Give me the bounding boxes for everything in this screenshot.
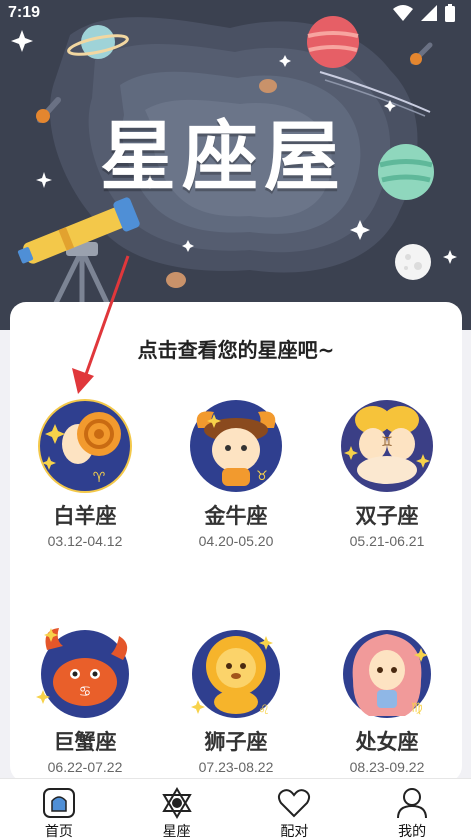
app-title: 星座屋 bbox=[100, 112, 346, 201]
zodiac-dates: 07.23-08.22 bbox=[198, 759, 274, 775]
tab-profile[interactable]: 我的 bbox=[353, 779, 471, 840]
signal-icon bbox=[421, 5, 437, 21]
zodiac-name: 双子座 bbox=[355, 504, 419, 528]
zodiac-item-virgo[interactable]: ♍ 处女座 08.23-09.22 bbox=[312, 620, 462, 775]
battery-icon bbox=[445, 4, 455, 22]
virgo-icon: ♍ bbox=[343, 630, 431, 718]
zodiac-name: 处女座 bbox=[355, 730, 419, 754]
wifi-icon bbox=[393, 5, 413, 21]
tab-home[interactable]: 首页 bbox=[0, 779, 118, 840]
aries-icon: ♈ bbox=[38, 399, 132, 493]
tab-match[interactable]: 配对 bbox=[236, 779, 354, 840]
tab-label: 配对 bbox=[280, 824, 309, 840]
zodiac-name: 金牛座 bbox=[204, 504, 268, 528]
hero-banner: 星座屋 bbox=[0, 0, 471, 330]
zodiac-dates: 05.21-06.21 bbox=[349, 533, 425, 549]
bottom-tab-bar: 首页 星座 配对 我的 bbox=[0, 778, 471, 840]
zodiac-name: 巨蟹座 bbox=[53, 730, 117, 754]
cancer-symbol: ♋ bbox=[79, 684, 92, 700]
zodiac-card: 点击查看您的星座吧~ ♈ 白羊座 03.12-04.12 ♉ 金牛座 04.20… bbox=[10, 302, 462, 782]
taurus-symbol: ♉ bbox=[256, 469, 268, 484]
zodiac-dates: 08.23-09.22 bbox=[349, 759, 425, 775]
leo-symbol: ♌ bbox=[258, 703, 270, 718]
heart-icon bbox=[278, 789, 311, 818]
star-of-david-icon bbox=[161, 787, 192, 819]
person-icon bbox=[397, 788, 428, 819]
leo-icon: ♌ bbox=[191, 630, 280, 718]
zodiac-dates: 03.12-04.12 bbox=[47, 533, 123, 549]
tab-label: 我的 bbox=[398, 824, 427, 840]
zodiac-item-gemini[interactable]: ♊ 双子座 05.21-06.21 bbox=[312, 394, 462, 549]
zodiac-name: 白羊座 bbox=[53, 504, 117, 528]
zodiac-item-cancer[interactable]: ♋ 巨蟹座 06.22-07.22 bbox=[10, 620, 160, 775]
zodiac-dates: 04.20-05.20 bbox=[198, 533, 274, 549]
zodiac-item-taurus[interactable]: ♉ 金牛座 04.20-05.20 bbox=[161, 394, 311, 549]
zodiac-item-leo[interactable]: ♌ 狮子座 07.23-08.22 bbox=[161, 620, 311, 775]
status-time: 7:19 bbox=[8, 4, 41, 21]
status-icons bbox=[393, 4, 455, 22]
zodiac-dates: 06.22-07.22 bbox=[47, 759, 123, 775]
zodiac-name: 狮子座 bbox=[204, 730, 268, 754]
aries-symbol: ♈ bbox=[93, 470, 106, 486]
taurus-icon: ♉ bbox=[190, 400, 282, 492]
zodiac-grid: ♈ 白羊座 03.12-04.12 ♉ 金牛座 04.20-05.20 ♊ 双子… bbox=[10, 302, 462, 782]
home-icon bbox=[42, 788, 75, 818]
virgo-symbol: ♍ bbox=[411, 701, 423, 716]
zodiac-item-aries[interactable]: ♈ 白羊座 03.12-04.12 bbox=[10, 394, 160, 549]
tab-zodiac[interactable]: 星座 bbox=[118, 779, 236, 840]
tab-label: 首页 bbox=[44, 824, 73, 840]
status-bar: 7:19 bbox=[0, 0, 471, 28]
gemini-symbol: ♊ bbox=[381, 435, 393, 450]
cancer-icon: ♋ bbox=[36, 628, 129, 718]
tab-label: 星座 bbox=[162, 824, 191, 840]
gemini-icon: ♊ bbox=[341, 400, 433, 492]
